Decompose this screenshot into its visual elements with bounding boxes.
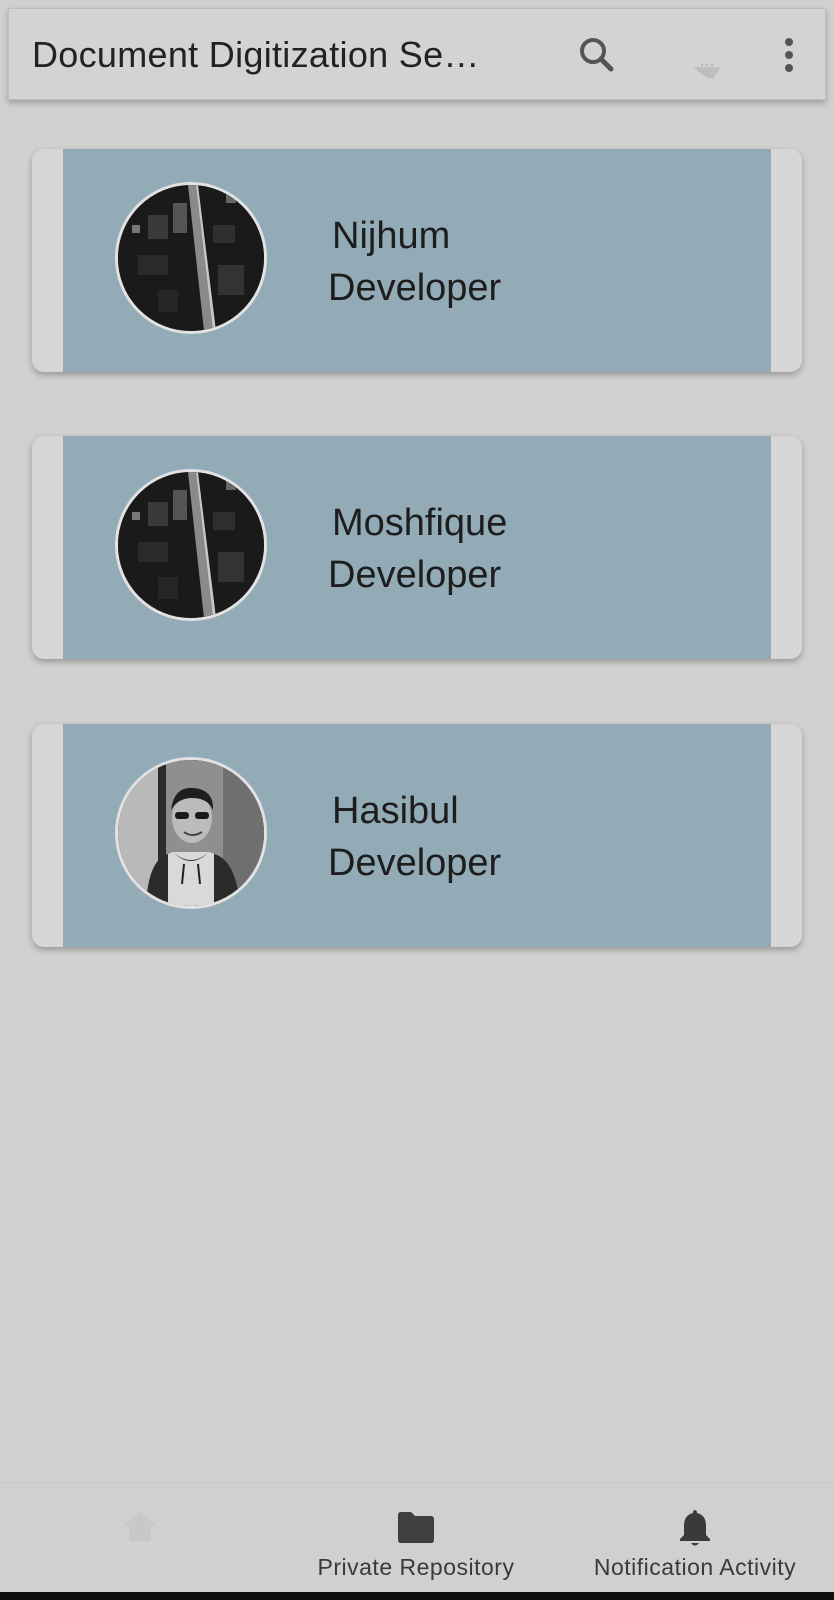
member-role: Developer xyxy=(328,842,502,884)
member-card-body: Nijhum Developer xyxy=(63,149,771,372)
member-card-body: Hasibul Developer xyxy=(63,724,771,947)
search-button[interactable] xyxy=(571,27,627,83)
member-role: Developer xyxy=(328,554,502,596)
screen-bottom-edge xyxy=(0,1592,834,1600)
sort-button[interactable] xyxy=(681,27,737,83)
home-icon xyxy=(124,1511,156,1541)
nav-label: Private Repository xyxy=(317,1554,515,1580)
nav-item-notification-activity[interactable]: Notification Activity xyxy=(574,1483,816,1593)
nav-item-private-repository[interactable]: Private Repository xyxy=(300,1483,532,1593)
member-card[interactable]: Nijhum Developer xyxy=(32,149,802,372)
nav-label: Notification Activity xyxy=(593,1554,797,1580)
app-title: Document Digitization Se… xyxy=(32,34,480,75)
sort-icon xyxy=(693,64,721,79)
more-vert-icon xyxy=(785,38,793,72)
bottom-navigation: Private Repository Notification Activity xyxy=(0,1482,834,1592)
member-card[interactable]: Moshfique Developer xyxy=(32,436,802,659)
bell-icon xyxy=(680,1510,710,1546)
member-card-body: Moshfique Developer xyxy=(63,436,771,659)
search-icon xyxy=(580,38,614,72)
more-options-button[interactable] xyxy=(761,27,817,83)
member-name: Hasibul xyxy=(332,790,459,832)
avatar xyxy=(115,469,267,621)
member-name: Moshfique xyxy=(332,502,508,544)
folder-icon xyxy=(398,1512,434,1543)
member-name: Nijhum xyxy=(332,215,451,257)
member-card[interactable]: Hasibul Developer xyxy=(32,724,802,947)
nav-item-home[interactable] xyxy=(40,1483,240,1593)
app-bar: Document Digitization Se… xyxy=(8,8,826,100)
avatar xyxy=(115,182,267,334)
avatar xyxy=(115,757,267,909)
member-role: Developer xyxy=(328,267,502,309)
